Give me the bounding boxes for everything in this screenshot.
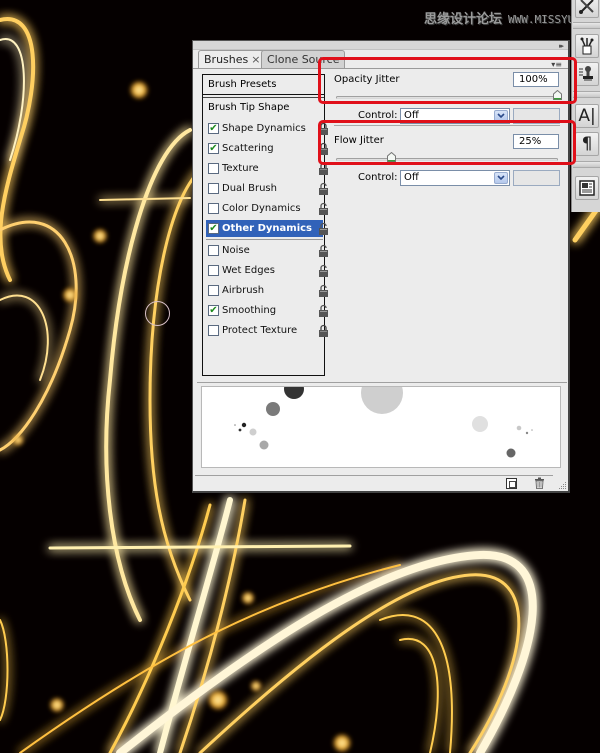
checkbox[interactable] [208,325,219,336]
option-label: Airbrush [222,285,265,296]
option-label: Other Dynamics [222,223,313,234]
clone-source-panel-button[interactable] [575,62,599,86]
collapse-panel-button[interactable]: ▸▸ [559,42,564,50]
checkbox[interactable] [208,245,219,256]
option-label: Texture [222,163,259,174]
option-label: Smoothing [222,305,277,316]
checkbox[interactable]: ✔ [208,123,219,134]
trash-icon[interactable] [534,477,545,489]
checkbox[interactable]: ✔ [208,305,219,316]
brush-scissors-icon [579,0,594,14]
option-label: Wet Edges [222,265,275,276]
brush-options-list: Brush Presets Brush Tip Shape ✔ Shape Dyn… [202,74,328,376]
brush-cursor [145,301,170,326]
option-group-divider [206,239,323,240]
brush-option-other-dynamics[interactable]: ✔ Other Dynamics [206,220,328,237]
checkbox[interactable] [208,203,219,214]
opacity-jitter-highlight [318,57,577,104]
unlock-icon[interactable] [318,222,329,235]
brush-option-wet-edges[interactable]: Wet Edges [206,262,328,279]
unlock-icon[interactable] [318,284,329,297]
chevron-down-icon[interactable] [494,172,508,184]
unlock-icon[interactable] [318,264,329,277]
character-icon: A| [578,105,596,126]
preview-divider [197,382,567,383]
unlock-icon[interactable] [318,304,329,317]
checkbox[interactable] [208,265,219,276]
unlock-icon[interactable] [318,182,329,195]
option-label: Noise [222,245,250,256]
paragraph-icon: ¶ [581,133,593,154]
unlock-icon[interactable] [318,202,329,215]
checkbox[interactable]: ✔ [208,143,219,154]
option-label: Protect Texture [222,325,298,336]
checkmark-icon: ✔ [209,222,218,234]
option-label: Scattering [222,143,274,154]
toolstrip-divider [573,161,600,168]
brush-pot-icon [580,37,594,55]
option-label: Dual Brush [222,183,277,194]
tab-label: Brushes [204,53,249,66]
brush-option-dual-brush[interactable]: Dual Brush [206,180,328,197]
tool-presets-button[interactable] [575,0,599,18]
lock-icon[interactable] [318,324,329,337]
divider [203,97,324,98]
brush-option-smoothing[interactable]: ✔ Smoothing [206,302,328,319]
brush-stroke-preview [201,386,561,468]
checkmark-icon: ✔ [209,304,218,316]
paragraph-panel-button[interactable]: ¶ [575,132,599,156]
checkbox[interactable] [208,163,219,174]
flow-jitter-highlight [318,120,576,165]
footer-divider [195,475,553,476]
brush-tip-shape-item[interactable]: Brush Tip Shape [208,102,289,113]
checkbox[interactable]: ✔ [208,223,219,234]
checkbox[interactable] [208,183,219,194]
stroke-preview-dots [234,387,533,458]
brush-option-noise[interactable]: Noise [206,242,328,259]
panel-title-bar[interactable]: ▸▸ [193,41,568,50]
brush-option-protect-texture[interactable]: Protect Texture [206,322,328,339]
brushes-panel-button[interactable] [575,34,599,58]
brush-option-scattering[interactable]: ✔ Scattering [206,140,328,157]
tab-brushes[interactable]: Brushes × [198,50,267,69]
create-new-brush-button[interactable] [506,478,517,489]
flow-control-select[interactable]: Off [400,170,510,186]
checkmark-icon: ✔ [209,122,218,134]
panel-dock-toolstrip: A| ¶ [571,0,600,212]
resize-grip[interactable] [559,482,567,490]
checkbox[interactable] [208,285,219,296]
toolstrip-divider [573,22,600,29]
layer-comps-icon [579,180,595,196]
brush-option-color-dynamics[interactable]: Color Dynamics [206,200,328,217]
close-tab-icon[interactable]: × [251,53,260,66]
flow-control-extra-field [513,170,560,186]
clone-stamp-icon [579,66,593,81]
brush-option-shape-dynamics[interactable]: ✔ Shape Dynamics [206,120,328,137]
brush-option-airbrush[interactable]: Airbrush [206,282,328,299]
toolstrip-divider [573,91,600,98]
layer-comps-panel-button[interactable] [575,176,599,200]
watermark-text: 思缘设计论坛 [424,12,503,27]
brush-presets-item[interactable]: Brush Presets [203,75,324,95]
brush-option-texture[interactable]: Texture [206,160,328,177]
character-panel-button[interactable]: A| [575,104,599,128]
flow-control-value: Off [404,172,419,183]
option-label: Color Dynamics [222,203,301,214]
checkmark-icon: ✔ [209,142,218,154]
brushes-panel: ▸▸ Brushes × Clone Source ▾≡ Brush Preset… [192,40,570,493]
flow-control-label: Control: [358,172,398,183]
unlock-icon[interactable] [318,244,329,257]
option-label: Shape Dynamics [222,123,306,134]
